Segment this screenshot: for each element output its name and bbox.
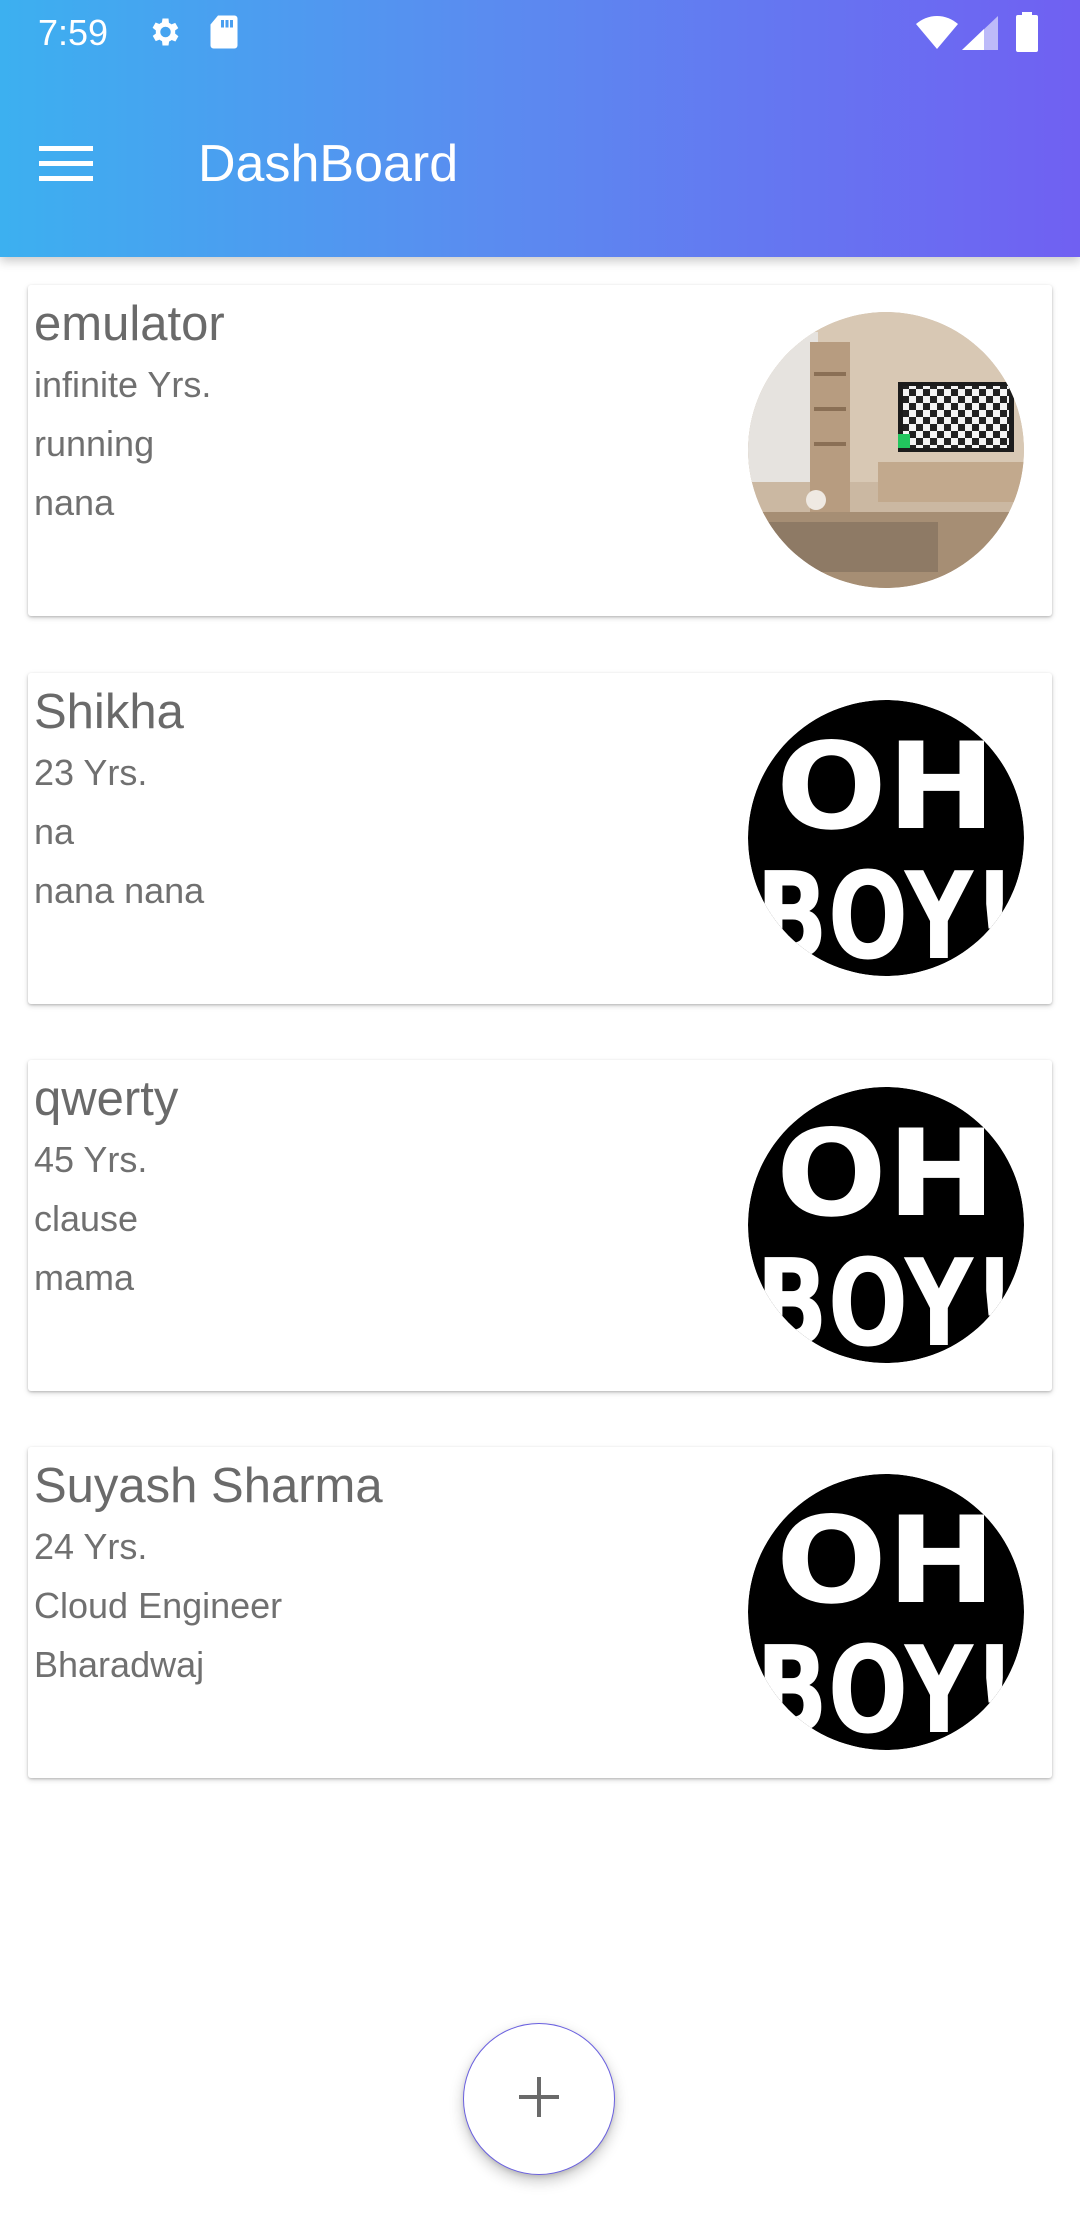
profile-card[interactable]: emulator infinite Yrs. running nana [28, 285, 1052, 616]
profile-age: 45 Yrs. [34, 1139, 148, 1180]
svg-text:BOY!: BOY! [756, 1235, 1016, 1363]
status-bar: 7:59 [0, 0, 1080, 66]
status-time: 7:59 [38, 12, 109, 53]
profile-occupation: clause [34, 1198, 139, 1239]
profile-occupation: running [34, 423, 155, 464]
wifi-icon [916, 16, 958, 55]
app-bar: 7:59 DashBoard [0, 0, 1080, 257]
profile-surname: nana nana [34, 870, 205, 911]
svg-text:BOY!: BOY! [756, 1622, 1016, 1750]
avatar: OH BOY! [748, 700, 1024, 976]
avatar [748, 312, 1024, 588]
page-title: DashBoard [198, 135, 459, 193]
profile-card[interactable]: Suyash Sharma 24 Yrs. Cloud Engineer Bha… [28, 1447, 1052, 1778]
svg-text:BOY!: BOY! [756, 848, 1016, 976]
avatar: OH BOY! [748, 1474, 1024, 1750]
profile-surname: nana [34, 482, 115, 523]
profile-card[interactable]: qwerty 45 Yrs. clause mama OH BOY! [28, 1060, 1052, 1391]
profile-surname: Bharadwaj [34, 1644, 205, 1685]
svg-text:OH: OH [776, 718, 996, 857]
cell-signal-icon [962, 16, 998, 55]
add-profile-button[interactable] [463, 2023, 615, 2175]
plus-icon [517, 2075, 561, 2124]
profile-age: 24 Yrs. [34, 1526, 148, 1567]
profile-list: emulator infinite Yrs. running nana Shik… [0, 257, 1080, 2220]
toolbar: DashBoard [0, 66, 1080, 257]
profile-name: Suyash Sharma [34, 1459, 383, 1513]
profile-name: qwerty [34, 1072, 179, 1126]
profile-surname: mama [34, 1257, 135, 1298]
profile-name: Shikha [34, 685, 184, 739]
profile-card[interactable]: Shikha 23 Yrs. na nana nana OH BOY! [28, 673, 1052, 1004]
svg-text:OH: OH [776, 1492, 996, 1631]
profile-name: emulator [34, 297, 225, 351]
profile-occupation: na [34, 811, 75, 852]
battery-icon [1016, 12, 1038, 57]
avatar: OH BOY! [748, 1087, 1024, 1363]
profile-age: infinite Yrs. [34, 364, 212, 405]
profile-occupation: Cloud Engineer [34, 1585, 283, 1626]
settings-icon [146, 14, 182, 55]
profile-age: 23 Yrs. [34, 752, 148, 793]
hamburger-menu-icon[interactable] [30, 128, 102, 200]
sd-card-icon [208, 14, 240, 55]
svg-text:OH: OH [776, 1105, 996, 1244]
